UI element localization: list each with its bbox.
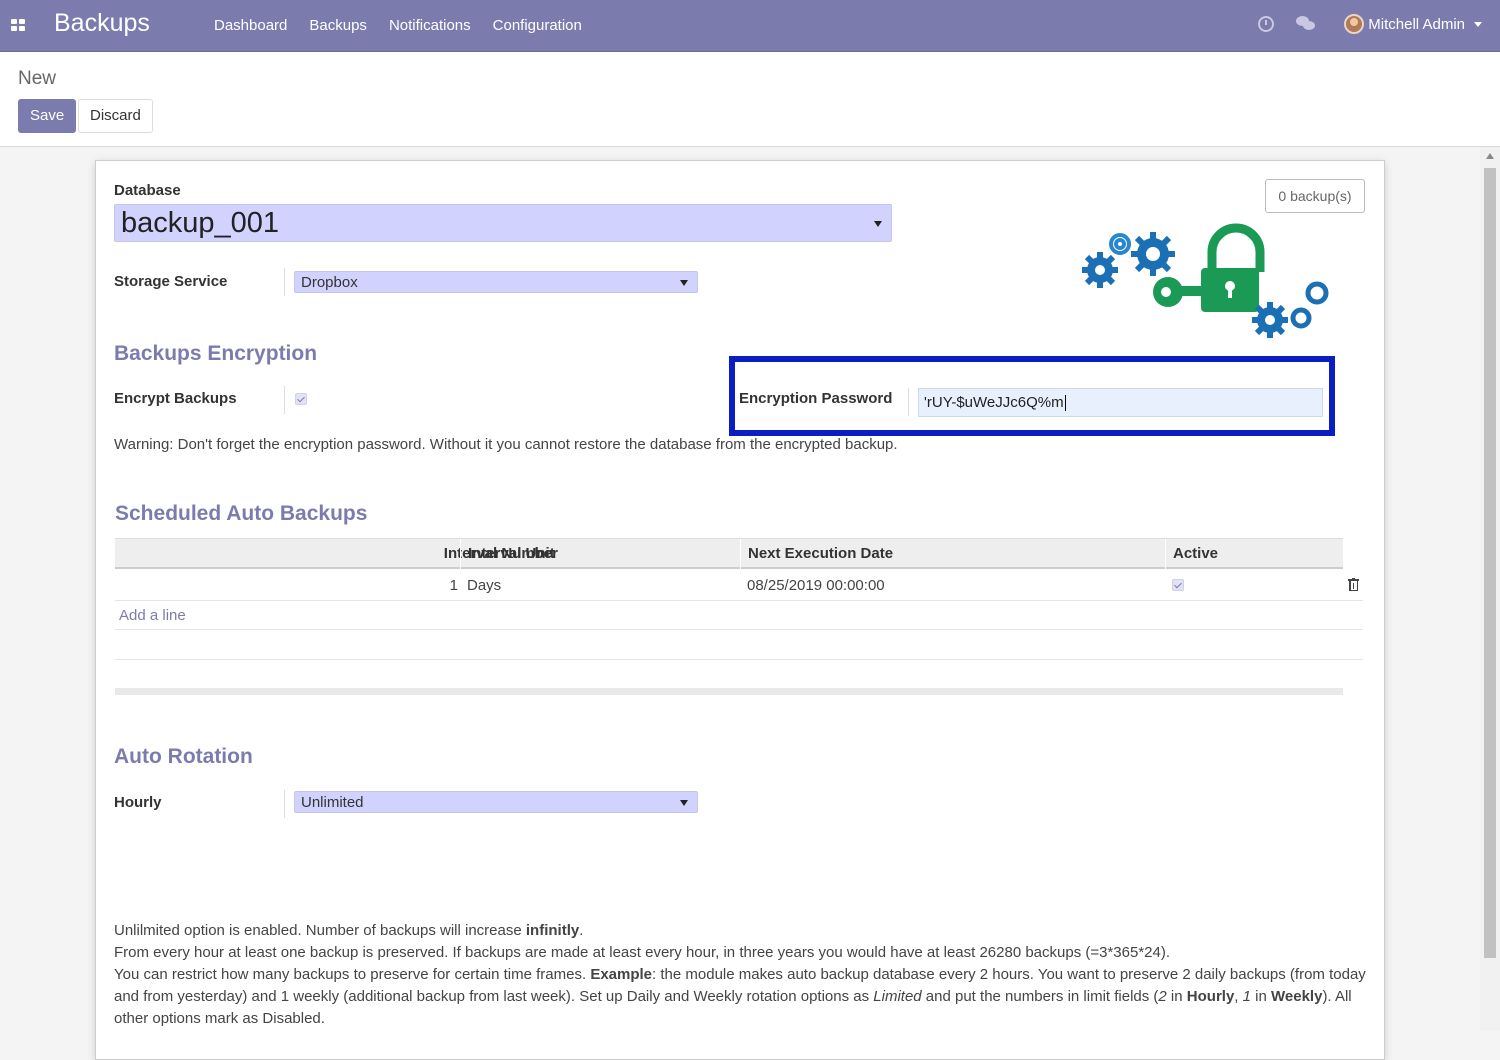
encryption-password-input[interactable]: 'rUY-$uWeJJc6Q%m <box>918 388 1323 417</box>
cell-active-checkbox[interactable] <box>1172 579 1184 591</box>
column-active[interactable]: Active <box>1173 545 1218 562</box>
scheduled-section-title: Scheduled Auto Backups <box>115 502 368 525</box>
breadcrumb: New <box>18 68 57 89</box>
storage-service-select[interactable]: Dropbox <box>294 271 698 293</box>
row-divider <box>115 659 1363 660</box>
rotation-note-1: Unlilmited option is enabled. Number of … <box>114 922 584 939</box>
gear-icon <box>1252 302 1288 338</box>
encryption-password-value: 'rUY-$uWeJJc6Q%m <box>924 394 1064 411</box>
add-line-link[interactable]: Add a line <box>119 607 186 624</box>
top-navbar: Backups Dashboard Backups Notifications … <box>0 0 1500 52</box>
database-select[interactable]: backup_001 <box>114 204 892 242</box>
dropdown-caret-icon <box>680 280 688 286</box>
field-divider <box>284 268 285 296</box>
rotation-note-3: You can restrict how many backups to pre… <box>114 966 1366 1027</box>
cell-interval-unit: Days <box>467 577 502 594</box>
gear-icon <box>1109 233 1131 255</box>
hourly-label: Hourly <box>114 794 162 811</box>
encrypt-backups-checkbox[interactable] <box>295 393 307 405</box>
messaging-chat-icon[interactable] <box>1296 16 1316 32</box>
user-menu-caret-icon[interactable] <box>1474 21 1482 27</box>
encrypt-backups-label: Encrypt Backups <box>114 390 237 407</box>
hourly-select[interactable]: Unlimited <box>294 791 698 813</box>
menu-notifications[interactable]: Notifications <box>389 17 471 34</box>
app-title: Backups <box>54 9 150 37</box>
row-divider <box>115 629 1363 630</box>
table-row[interactable]: 1 Days 08/25/2019 00:00:00 <box>115 570 1363 601</box>
apps-grid-icon[interactable] <box>11 19 25 31</box>
field-divider <box>908 388 909 416</box>
navbar-systray: Mitchell Admin <box>1258 14 1482 34</box>
menu-dashboard[interactable]: Dashboard <box>214 17 287 34</box>
activity-clock-icon[interactable] <box>1258 16 1275 32</box>
database-label: Database <box>114 182 181 199</box>
gear-icon <box>1131 232 1175 276</box>
trash-icon[interactable] <box>1348 578 1359 591</box>
main-menu: Dashboard Backups Notifications Configur… <box>214 17 604 34</box>
encryption-illustration <box>1082 223 1329 338</box>
rotation-note-2: From every hour at least one backup is p… <box>114 944 1171 961</box>
table-footer <box>115 688 1343 695</box>
menu-backups[interactable]: Backups <box>309 17 367 34</box>
control-panel: New Save Discard <box>0 52 1500 147</box>
database-value: backup_001 <box>121 207 280 239</box>
encryption-warning: Warning: Don't forget the encryption pas… <box>114 436 898 453</box>
hourly-value: Unlimited <box>301 794 364 811</box>
menu-configuration[interactable]: Configuration <box>493 17 582 34</box>
dropdown-caret-icon <box>680 800 688 806</box>
cell-interval-number: 1 <box>449 577 458 594</box>
gear-icon <box>1082 252 1118 288</box>
backups-count-button[interactable]: 0 backup(s) <box>1265 179 1365 213</box>
dropdown-caret-icon <box>874 221 882 227</box>
table-header: Interval Number Interval Unit Next Execu… <box>115 538 1343 570</box>
scrollbar-thumb[interactable] <box>1484 168 1496 958</box>
encryption-password-label: Encryption Password <box>739 390 893 407</box>
gear-icon <box>1290 281 1329 329</box>
lock-icon <box>1201 223 1265 312</box>
column-next-execution[interactable]: Next Execution Date <box>748 545 893 562</box>
column-interval-unit[interactable]: Interval Unit <box>468 545 555 562</box>
user-name[interactable]: Mitchell Admin <box>1368 16 1465 33</box>
encryption-section-title: Backups Encryption <box>114 342 318 365</box>
field-divider <box>284 790 285 818</box>
user-avatar[interactable] <box>1344 14 1365 34</box>
rotation-section-title: Auto Rotation <box>114 745 253 768</box>
discard-button[interactable]: Discard <box>78 99 153 133</box>
save-button[interactable]: Save <box>18 99 77 133</box>
storage-service-value: Dropbox <box>301 274 358 291</box>
cell-next-execution: 08/25/2019 00:00:00 <box>747 577 885 594</box>
scroll-up-arrow-icon[interactable] <box>1486 153 1494 159</box>
storage-service-label: Storage Service <box>114 273 228 290</box>
field-divider <box>284 386 285 414</box>
